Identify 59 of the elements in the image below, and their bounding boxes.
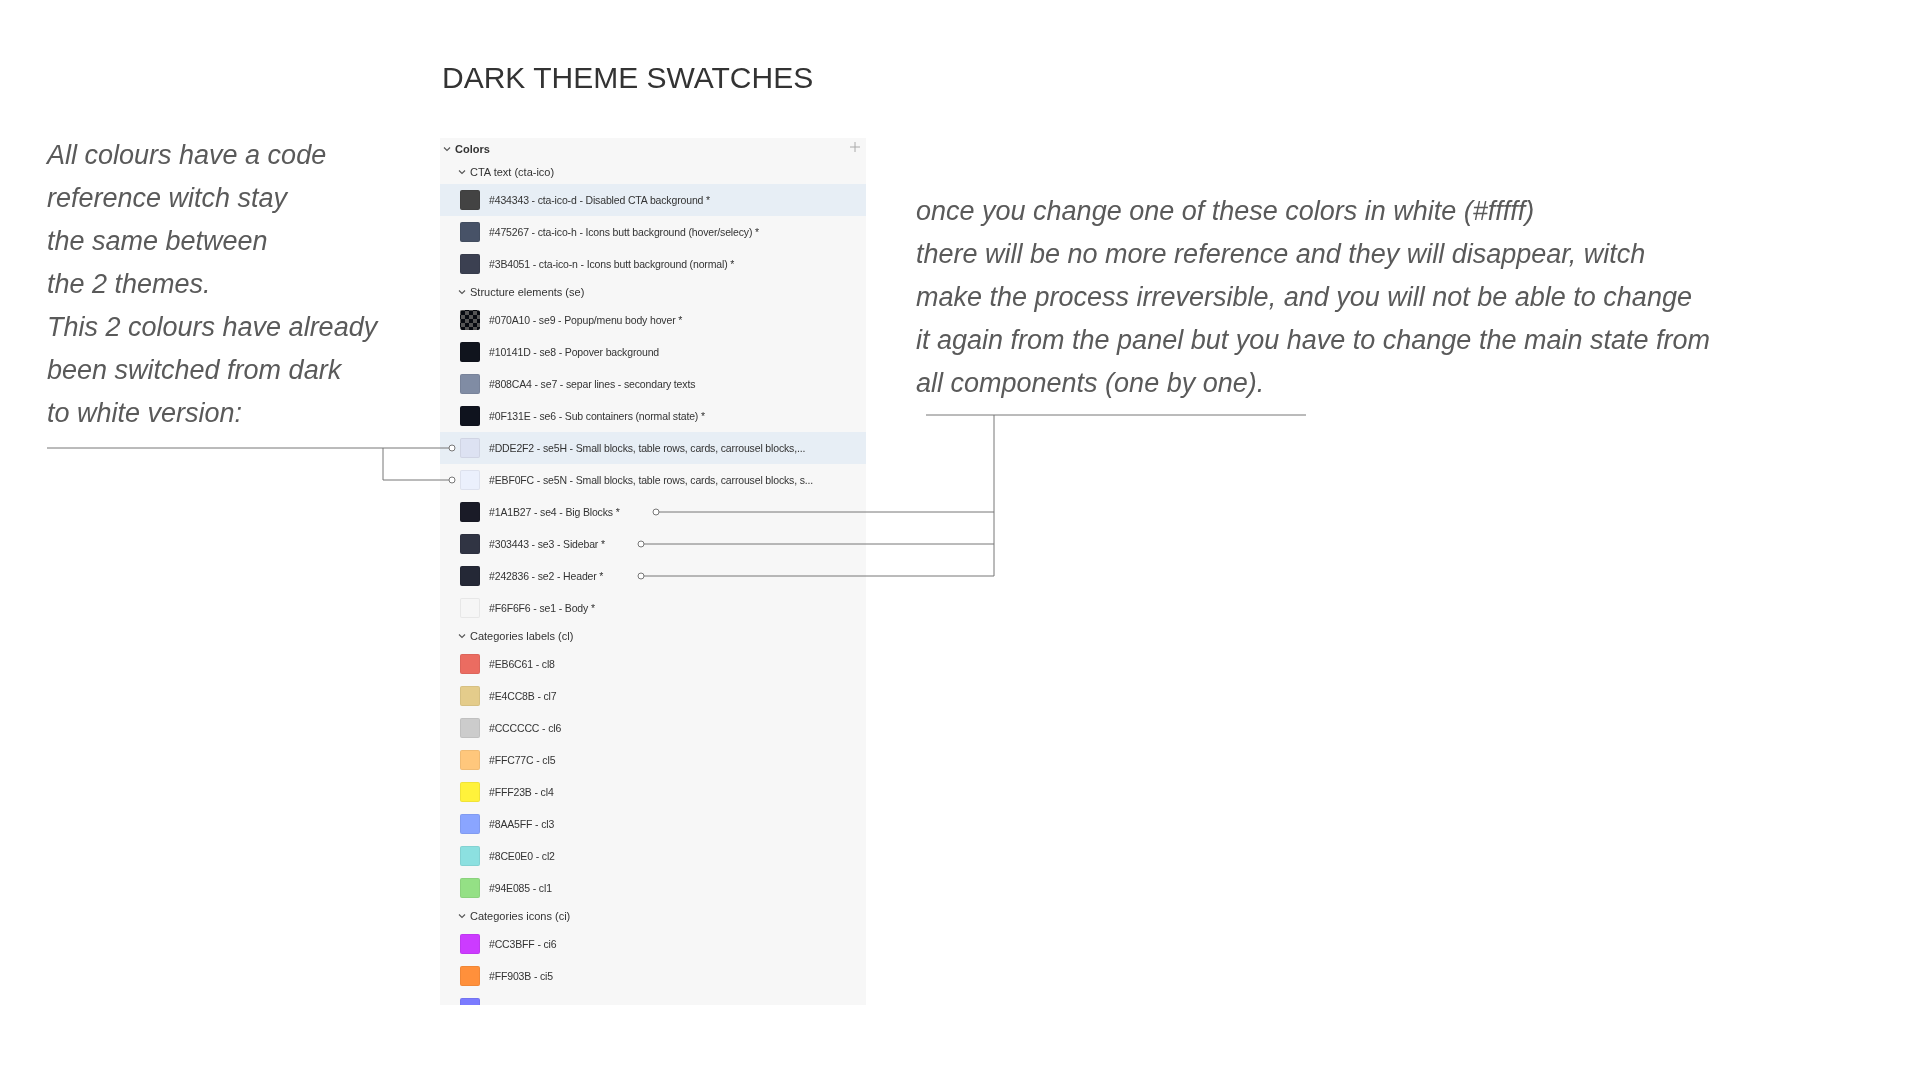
swatch-row[interactable]: #242836 - se2 - Header * (440, 560, 866, 592)
swatch-label: #FFC77C - cl5 (489, 754, 556, 766)
swatch-row[interactable]: #CCCCCC - cl6 (440, 712, 866, 744)
swatch-row[interactable]: #EBF0FC - se5N - Small blocks, table rows, cards, carrousel blocks, s... (440, 464, 866, 496)
swatch-label: #434343 - cta-ico-d - Disabled CTA background * (489, 194, 710, 206)
swatch-row[interactable]: #8AA5FF - cl3 (440, 808, 866, 840)
swatch-row[interactable]: #808CA4 - se7 - separ lines - secondary texts (440, 368, 866, 400)
swatch-row[interactable]: #DDE2F2 - se5H - Small blocks, table rows, cards, carrousel blocks,... (440, 432, 866, 464)
swatch-label: #F6F6F6 - se1 - Body * (489, 602, 595, 614)
swatch-label: #8CE0E0 - cl2 (489, 850, 555, 862)
page-title: DARK THEME SWATCHES (442, 60, 815, 96)
swatch-label: #0F131E - se6 - Sub containers (normal state) * (489, 410, 705, 422)
swatch-label: #FFF23B - cl4 (489, 786, 554, 798)
swatch-row[interactable]: #FF903B - ci5 (440, 960, 866, 992)
swatch-row[interactable]: #FFC77C - cl5 (440, 744, 866, 776)
chevron-icon[interactable] (443, 145, 451, 153)
swatch-label: #EBF0FC - se5N - Small blocks, table rows, cards, carrousel blocks, s... (489, 474, 814, 486)
swatch-label: #E4CC8B - cl7 (489, 690, 557, 702)
swatch-label: #CCCCCC - cl6 (489, 722, 562, 734)
swatch-label: #10141D - se8 - Popover background (489, 346, 659, 358)
swatch-row[interactable]: #F6F6F6 - se1 - Body * (440, 592, 866, 624)
swatch-label: #303443 - se3 - Sidebar * (489, 538, 605, 550)
swatch-label: #FF903B - ci5 (489, 970, 553, 982)
chevron-icon[interactable] (458, 632, 466, 640)
chevron-icon[interactable] (458, 168, 466, 176)
panel-header[interactable]: Colors (455, 143, 490, 155)
swatch-label: #070A10 - se9 - Popup/menu body hover * (489, 314, 683, 326)
swatch-row[interactable]: #0F131E - se6 - Sub containers (normal state) * (440, 400, 866, 432)
group-label[interactable]: Categories icons (ci) (470, 910, 571, 922)
swatch-label: #475267 - cta-ico-h - Icons butt background (hover/selecy) * (489, 226, 759, 238)
swatch-row[interactable]: #475267 - cta-ico-h - Icons butt background (hover/selecy) * (440, 216, 866, 248)
swatch-row[interactable]: #94E085 - cl1 (440, 872, 866, 904)
annotation-text: once you change one of these colors in white (#fffff) there will be no more reference and they will disappear, witch make the process irreversible, and you will not be able to change it again from the panel but you have to change the main state from all components (one by one). (916, 195, 1710, 400)
swatch-row[interactable]: #EB6C61 - cl8 (440, 648, 866, 680)
swatch-label: #EB6C61 - cl8 (489, 658, 555, 670)
swatch-row[interactable]: #10141D - se8 - Popover background (440, 336, 866, 368)
swatch-label: #3B4051 - cta-ico-n - Icons butt background (normal) * (489, 258, 735, 270)
swatch-label: #808CA4 - se7 - separ lines - secondary texts (489, 378, 696, 390)
swatch-row[interactable]: #3B4051 - cta-ico-n - Icons butt background (normal) * (440, 248, 866, 280)
group-label[interactable]: CTA text (cta-ico) (470, 166, 555, 178)
swatch-label: #94E085 - cl1 (489, 882, 552, 894)
swatch-row[interactable]: #E4CC8B - cl7 (440, 680, 866, 712)
swatch-label: #8AA5FF - cl3 (489, 818, 555, 830)
swatch-row[interactable]: #070A10 - se9 - Popup/menu body hover * (440, 304, 866, 336)
swatch-label: #CC3BFF - ci6 (489, 938, 557, 950)
swatch-label: #242836 - se2 - Header * (489, 570, 604, 582)
swatch-label: #1A1B27 - se4 - Big Blocks * (489, 506, 620, 518)
group-label[interactable]: Categories labels (cl) (470, 630, 574, 642)
swatch-row[interactable]: #303443 - se3 - Sidebar * (440, 528, 866, 560)
swatch-row[interactable]: #CC3BFF - ci6 (440, 928, 866, 960)
swatch-row[interactable]: #434343 - cta-ico-d - Disabled CTA background * (440, 184, 866, 216)
annotation-text: All colours have a code reference witch stay the same between the 2 themes. This 2 colours have already been switched from dark to white version: (47, 139, 380, 430)
group-label[interactable]: Structure elements (se) (470, 286, 585, 298)
swatch-label: #DDE2F2 - se5H - Small blocks, table rows, cards, carrousel blocks,... (489, 442, 806, 454)
swatch-row[interactable]: #8CE0E0 - cl2 (440, 840, 866, 872)
chevron-icon[interactable] (458, 288, 466, 296)
swatch-row[interactable]: #FFF23B - cl4 (440, 776, 866, 808)
chevron-icon[interactable] (458, 912, 466, 920)
swatch-row[interactable]: #1A1B27 - se4 - Big Blocks * (440, 496, 866, 528)
